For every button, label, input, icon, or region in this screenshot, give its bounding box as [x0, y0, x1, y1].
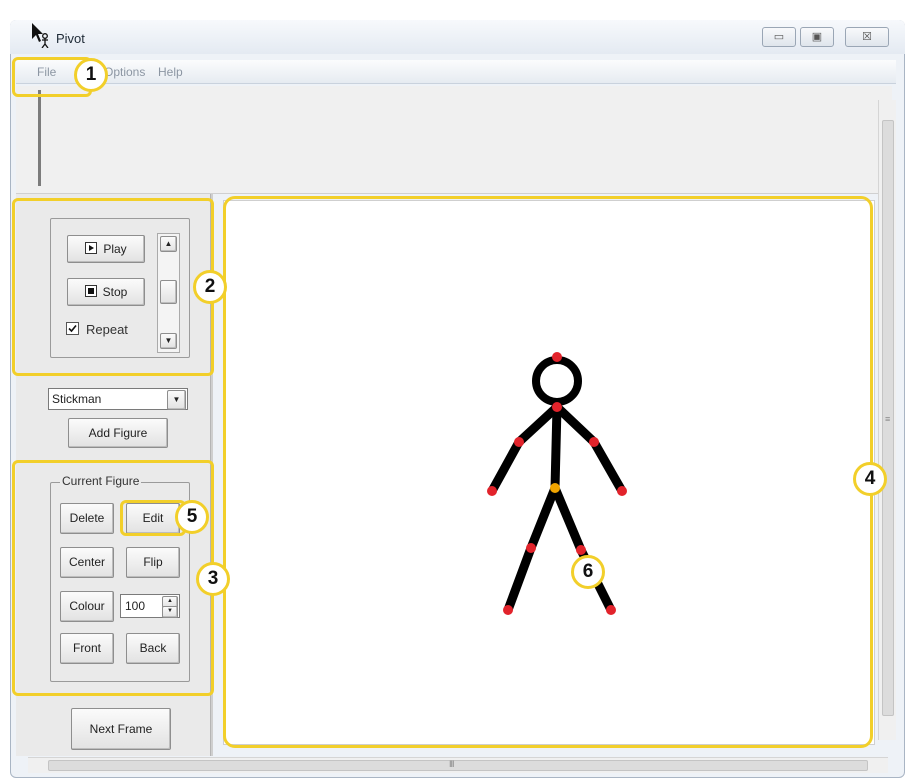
maximize-button[interactable]: ▣	[800, 27, 834, 47]
timeline-area	[16, 86, 892, 194]
timeline-marker	[38, 90, 41, 186]
callout-3: 3	[196, 562, 230, 596]
next-frame-button[interactable]: Next Frame	[71, 708, 171, 750]
chevron-down-icon[interactable]: ▼	[167, 390, 186, 410]
callout-2: 2	[193, 270, 227, 304]
add-figure-label: Add Figure	[88, 426, 148, 440]
vertical-scroll-thumb[interactable]: ≡	[882, 120, 894, 716]
close-button[interactable]: ☒	[845, 27, 889, 47]
highlight-canvas	[223, 196, 873, 748]
app-icon	[30, 22, 52, 49]
callout-6: 6	[571, 555, 605, 589]
minimize-icon: ▭	[773, 31, 785, 43]
maximize-icon: ▣	[811, 31, 823, 43]
horizontal-scroll-thumb[interactable]: III	[48, 759, 868, 771]
menu-options[interactable]: Options	[104, 65, 145, 79]
close-icon: ☒	[862, 31, 872, 43]
next-frame-label: Next Frame	[89, 722, 153, 736]
grip-icon: III	[449, 759, 454, 769]
callout-4: 4	[853, 462, 887, 496]
horizontal-scrollbar[interactable]: III	[28, 757, 888, 773]
grip-icon: ≡	[885, 414, 891, 424]
add-figure-button[interactable]: Add Figure	[68, 418, 168, 448]
window-title: Pivot	[56, 31, 85, 46]
highlight-playback	[12, 198, 214, 376]
callout-5: 5	[175, 500, 209, 534]
minimize-button[interactable]: ▭	[762, 27, 796, 47]
figure-dropdown-value: Stickman	[52, 392, 102, 406]
callout-1: 1	[74, 58, 108, 92]
menu-bar	[16, 60, 896, 84]
figure-dropdown[interactable]: Stickman ▼	[48, 388, 188, 410]
highlight-current-figure	[12, 460, 214, 696]
menu-help[interactable]: Help	[158, 65, 183, 79]
vertical-scrollbar[interactable]: ≡	[878, 100, 896, 740]
